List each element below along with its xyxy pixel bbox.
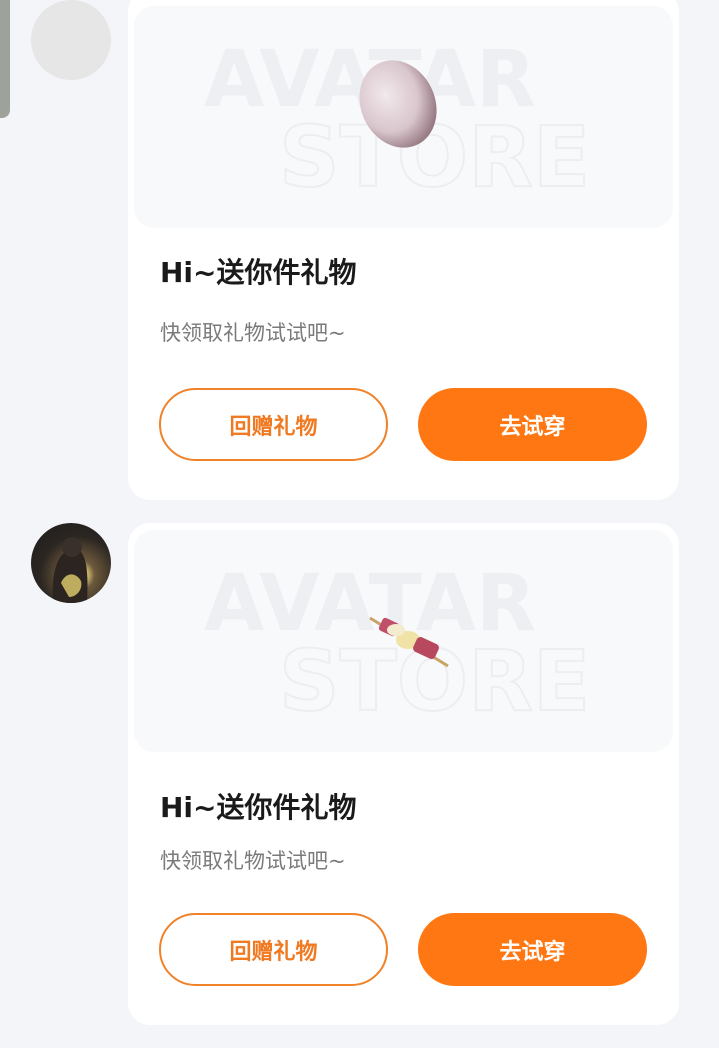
gift-subtitle: 快领取礼物试试吧~ <box>160 849 346 873</box>
return-gift-button[interactable]: 回赠礼物 <box>159 388 388 461</box>
return-gift-button[interactable]: 回赠礼物 <box>159 913 388 986</box>
try-on-button[interactable]: 去试穿 <box>418 388 647 461</box>
avatar[interactable] <box>31 0 111 80</box>
egg-icon <box>359 60 437 148</box>
try-on-button[interactable]: 去试穿 <box>418 913 647 986</box>
gift-card: AVATAR STORE Hi~送你件礼物 快领取礼物试试吧~ 回赠礼物 去试穿 <box>128 523 679 1025</box>
avatar[interactable] <box>31 523 111 603</box>
gift-card: AVATAR STORE Hi~送你件礼物 快领取礼物试试吧~ 回赠礼物 去试穿 <box>128 0 679 500</box>
skewer-icon <box>369 616 449 668</box>
gift-title: Hi~送你件礼物 <box>160 256 357 289</box>
gift-preview[interactable]: AVATAR STORE <box>134 6 673 228</box>
gift-preview[interactable]: AVATAR STORE <box>134 530 673 752</box>
user-photo <box>52 537 88 603</box>
side-drawer-handle[interactable] <box>0 0 10 118</box>
gift-title: Hi~送你件礼物 <box>160 791 357 824</box>
gift-subtitle: 快领取礼物试试吧~ <box>160 321 346 345</box>
